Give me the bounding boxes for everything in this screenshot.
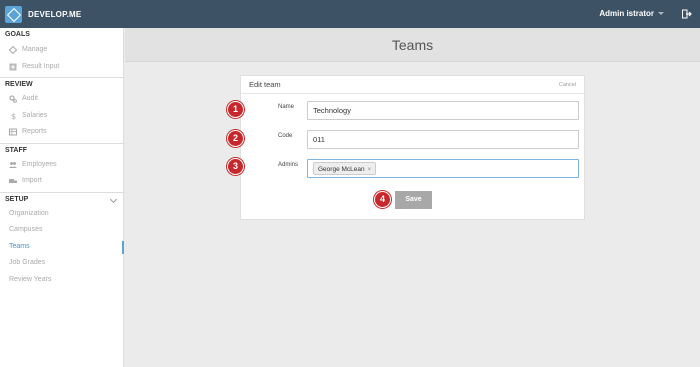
save-button[interactable]: Save bbox=[395, 191, 432, 209]
diamond-icon bbox=[9, 46, 17, 55]
logout-icon[interactable] bbox=[682, 9, 692, 19]
sidebar-item-label: Audit bbox=[22, 95, 38, 102]
card-header: Edit team Cancel bbox=[241, 76, 584, 94]
sidebar: GOALS Manage Result Input REVIEW Audit $… bbox=[0, 28, 124, 367]
sidebar-item-label: Manage bbox=[22, 46, 48, 53]
plus-box-icon bbox=[9, 63, 17, 71]
sidebar-item-label: Salaries bbox=[22, 111, 48, 119]
logo-diamond-icon bbox=[5, 5, 22, 23]
name-row: Name Technology bbox=[241, 101, 586, 121]
truck-icon bbox=[9, 179, 17, 184]
sidebar-item-label: Result Input bbox=[22, 62, 60, 70]
admins-row: Admins George McLean × bbox=[241, 159, 586, 179]
sidebar-item-label: Job Grades bbox=[9, 259, 46, 266]
name-input[interactable]: Technology bbox=[307, 101, 579, 120]
sidebar-item-import[interactable]: Import bbox=[0, 173, 123, 190]
logo-text: DEVELOP.ME bbox=[28, 9, 82, 19]
main-content: Teams Edit team Cancel Name Technology C… bbox=[125, 28, 700, 367]
svg-text:$: $ bbox=[11, 112, 16, 120]
page-title: Teams bbox=[125, 28, 700, 62]
sidebar-item-manage[interactable]: Manage bbox=[0, 42, 123, 59]
sidebar-item-campuses[interactable]: Campuses bbox=[0, 222, 123, 239]
code-label: Code bbox=[278, 133, 293, 139]
code-input[interactable]: 011 bbox=[307, 130, 579, 149]
sidebar-item-reports[interactable]: Reports bbox=[0, 124, 123, 141]
edit-team-card: Edit team Cancel Name Technology Code 01… bbox=[240, 75, 585, 220]
gears-icon bbox=[9, 95, 17, 104]
sidebar-section-setup[interactable]: SETUP bbox=[0, 191, 123, 206]
annotation-badge-3: 3 bbox=[227, 158, 244, 175]
admin-tag-label: George McLean bbox=[318, 166, 365, 173]
sidebar-item-review-years[interactable]: Review Years bbox=[0, 272, 123, 289]
sidebar-item-organization[interactable]: Organization bbox=[0, 206, 123, 223]
sidebar-section-label: SETUP bbox=[5, 195, 29, 203]
dollar-icon: $ bbox=[11, 112, 16, 120]
sidebar-item-teams[interactable]: Teams bbox=[0, 239, 124, 256]
sidebar-item-label: Review Years bbox=[9, 275, 52, 283]
sidebar-item-label: Reports bbox=[22, 128, 47, 135]
annotation-badge-1: 1 bbox=[227, 101, 244, 118]
sidebar-item-label: Teams bbox=[9, 242, 30, 250]
admins-input[interactable]: George McLean × bbox=[307, 159, 579, 178]
sidebar-item-employees[interactable]: Employees bbox=[0, 157, 123, 174]
name-label: Name bbox=[278, 104, 295, 110]
chevron-down-icon[interactable] bbox=[658, 12, 664, 15]
annotation-badge-2: 2 bbox=[227, 130, 244, 147]
sidebar-section-goals: GOALS bbox=[5, 31, 30, 38]
card-title: Edit team bbox=[249, 80, 281, 89]
top-bar: DEVELOP.ME Admin istrator bbox=[0, 0, 700, 28]
cancel-link[interactable]: Cancel bbox=[559, 76, 576, 94]
sidebar-item-job-grades[interactable]: Job Grades bbox=[0, 255, 123, 272]
users-icon bbox=[9, 161, 17, 168]
chevron-down-icon[interactable] bbox=[109, 195, 118, 203]
user-menu[interactable]: Admin istrator bbox=[599, 9, 654, 18]
annotation-badge-4: 4 bbox=[374, 191, 391, 208]
sidebar-item-label: Import bbox=[22, 177, 42, 184]
sidebar-item-salaries[interactable]: $ Salaries bbox=[0, 108, 123, 125]
logo[interactable]: DEVELOP.ME bbox=[0, 0, 124, 28]
table-icon bbox=[9, 128, 17, 136]
code-row: Code 011 bbox=[241, 130, 586, 150]
sidebar-item-label: Employees bbox=[22, 160, 57, 168]
sidebar-item-label: Organization bbox=[9, 209, 49, 217]
sidebar-item-label: Campuses bbox=[9, 226, 43, 233]
sidebar-item-result-input[interactable]: Result Input bbox=[0, 59, 123, 76]
remove-tag-icon[interactable]: × bbox=[368, 167, 372, 173]
sidebar-section-review: REVIEW bbox=[0, 77, 123, 91]
sidebar-item-audit[interactable]: Audit bbox=[0, 91, 123, 108]
admin-tag: George McLean × bbox=[313, 162, 377, 175]
sidebar-section-staff: STAFF bbox=[0, 142, 123, 157]
admins-label: Admins bbox=[278, 162, 299, 168]
